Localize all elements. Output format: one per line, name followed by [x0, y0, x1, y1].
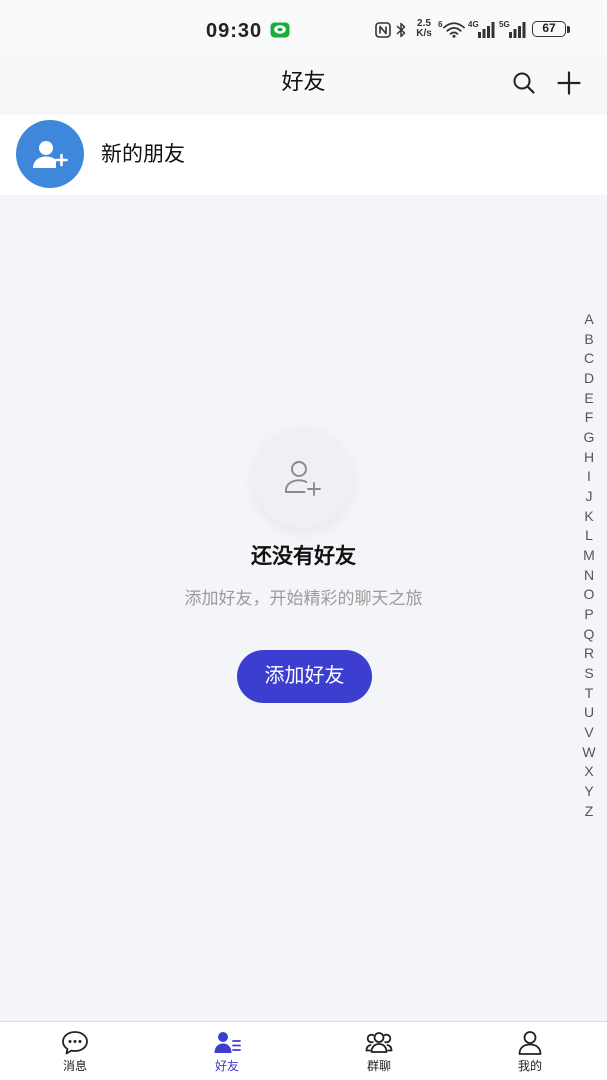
- bluetooth-icon: [396, 21, 406, 39]
- tab-groups[interactable]: 群聊: [329, 1022, 429, 1080]
- tab-profile[interactable]: 我的: [480, 1022, 580, 1080]
- tab-label: 消息: [62, 1059, 87, 1073]
- tab-label: 群聊: [366, 1059, 391, 1073]
- wifi-icon: 6: [438, 20, 466, 38]
- tab-label: 好友: [214, 1059, 239, 1073]
- search-icon: [513, 72, 535, 94]
- index-letter-k[interactable]: K: [579, 507, 599, 527]
- add-button[interactable]: [557, 71, 581, 95]
- index-letter-f[interactable]: F: [579, 408, 599, 428]
- new-friends-avatar: [16, 120, 84, 188]
- index-letter-d[interactable]: D: [579, 369, 599, 389]
- tab-friends[interactable]: 好友: [177, 1022, 277, 1080]
- search-button[interactable]: [512, 71, 536, 95]
- index-letter-a[interactable]: A: [579, 310, 599, 330]
- chat-notification-icon: [270, 22, 290, 38]
- battery-icon: 67: [532, 21, 566, 37]
- index-letter-q[interactable]: Q: [579, 625, 599, 645]
- index-letter-t[interactable]: T: [579, 684, 599, 704]
- profile-icon: [516, 1030, 544, 1056]
- index-letter-x[interactable]: X: [579, 762, 599, 782]
- network-speed-unit: K/s: [416, 28, 432, 39]
- index-letter-e[interactable]: E: [579, 389, 599, 409]
- index-letter-i[interactable]: I: [579, 467, 599, 487]
- status-time: 09:30: [206, 20, 263, 42]
- top-bar-background: [0, 0, 607, 115]
- add-person-icon: [33, 141, 68, 168]
- index-letter-j[interactable]: J: [579, 487, 599, 507]
- network-speed: 2.5 K/s: [412, 19, 436, 39]
- index-letter-z[interactable]: Z: [579, 802, 599, 822]
- index-letter-r[interactable]: R: [579, 644, 599, 664]
- contacts-icon: [213, 1030, 241, 1056]
- bottom-nav: 消息 好友 群聊 我的: [0, 1021, 607, 1080]
- index-letter-v[interactable]: V: [579, 723, 599, 743]
- index-letter-b[interactable]: B: [579, 330, 599, 350]
- index-letter-c[interactable]: C: [579, 349, 599, 369]
- nfc-icon: [375, 22, 391, 38]
- index-letter-g[interactable]: G: [579, 428, 599, 448]
- chat-bubble-icon: [61, 1030, 89, 1056]
- battery-terminal: [567, 26, 570, 33]
- index-letter-w[interactable]: W: [579, 743, 599, 763]
- index-letter-h[interactable]: H: [579, 448, 599, 468]
- index-letter-y[interactable]: Y: [579, 782, 599, 802]
- network-type-label: 4G: [468, 20, 479, 29]
- index-letter-s[interactable]: S: [579, 664, 599, 684]
- network-type-label: 5G: [499, 20, 510, 29]
- new-friends-label: 新的朋友: [101, 143, 185, 166]
- signal-4g-icon: 4G: [468, 20, 496, 38]
- signal-5g-icon: 5G: [499, 20, 527, 38]
- tab-label: 我的: [517, 1059, 542, 1073]
- empty-state-icon-circle: [253, 428, 353, 528]
- new-friends-row[interactable]: 新的朋友: [0, 115, 607, 195]
- plus-icon: [557, 71, 581, 95]
- group-icon: [365, 1030, 393, 1056]
- empty-state-title: 还没有好友: [251, 545, 356, 568]
- wifi-standard-label: 6: [438, 20, 443, 29]
- tab-messages[interactable]: 消息: [25, 1022, 125, 1080]
- index-letter-u[interactable]: U: [579, 703, 599, 723]
- add-person-outline-icon: [285, 461, 321, 496]
- add-friend-button[interactable]: 添加好友: [237, 650, 372, 703]
- empty-state-subtitle: 添加好友，开始精彩的聊天之旅: [184, 589, 423, 608]
